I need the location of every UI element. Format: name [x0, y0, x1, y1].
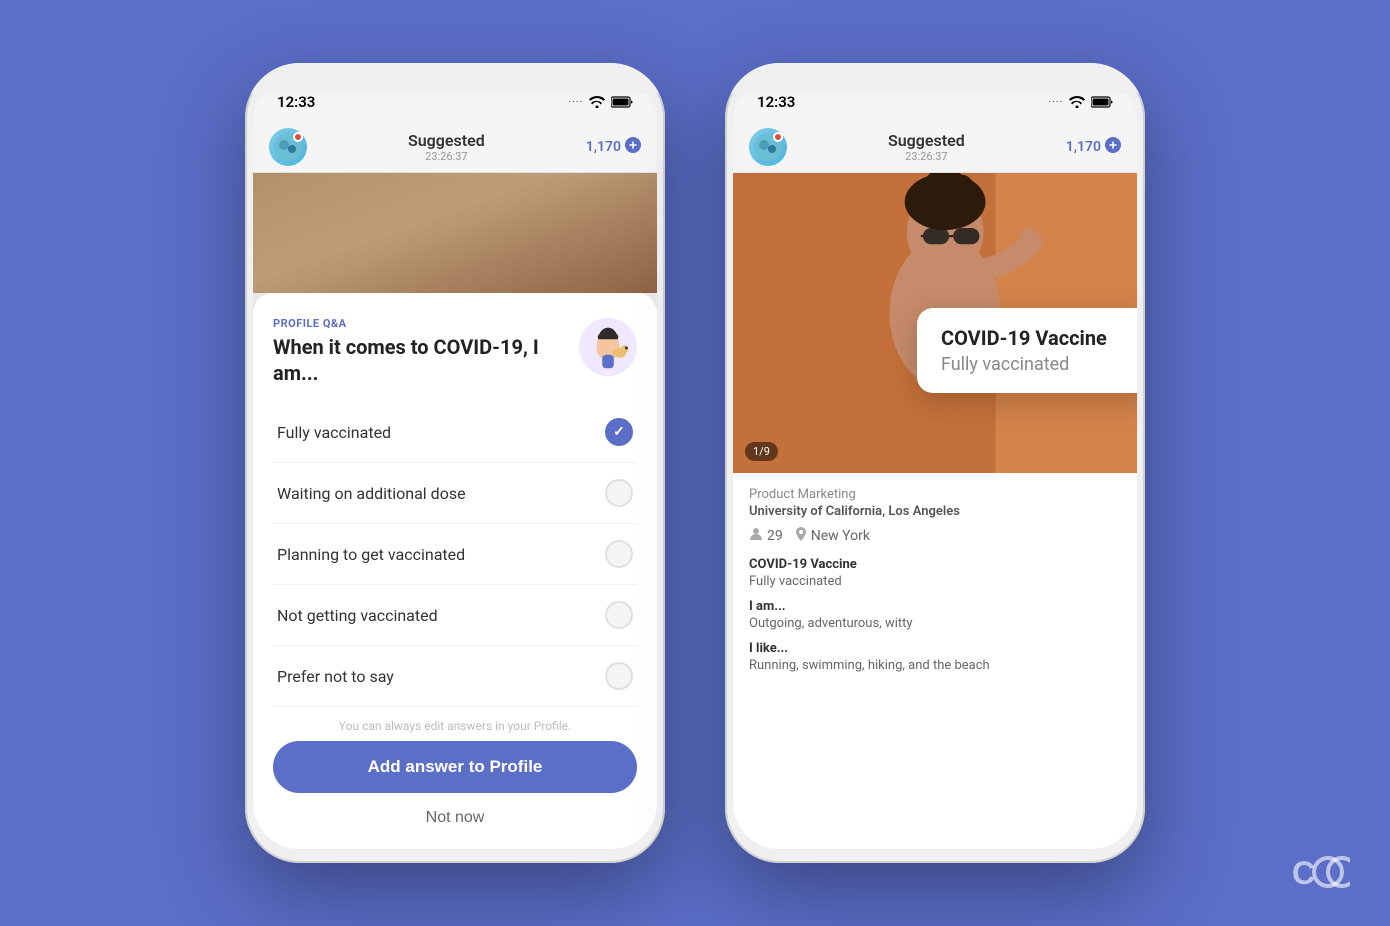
answer-check-0: [605, 418, 633, 446]
answer-check-4: [605, 662, 633, 690]
location-icon: [795, 527, 807, 545]
ilike-section: I like... Running, swimming, hiking, and…: [749, 641, 1121, 673]
age-value: 29: [767, 528, 783, 544]
status-icons-2: ····: [1049, 93, 1113, 112]
modal-header-text: PROFILE Q&A When it comes to COVID-19, I…: [273, 317, 579, 386]
answer-check-2: [605, 540, 633, 568]
tooltip-value: Fully vaccinated: [941, 354, 1133, 375]
time-display-1: 12:33: [277, 93, 315, 111]
answer-text-1: Waiting on additional dose: [277, 484, 466, 503]
profile-meta: 29 New York: [749, 527, 1121, 545]
header-subtitle-1: 23:26:37: [307, 150, 586, 163]
profile-qa-label: PROFILE Q&A: [273, 317, 579, 330]
phone-1: 12:33 ····: [245, 63, 665, 863]
ilike-label: I like...: [749, 641, 1121, 656]
header-subtitle-2: 23:26:37: [787, 150, 1066, 163]
modal-header: PROFILE Q&A When it comes to COVID-19, I…: [273, 317, 637, 386]
phone-2-screen: 12:33 ····: [733, 77, 1137, 849]
vaccine-tooltip: COVID-19 Vaccine Fully vaccinated: [917, 308, 1137, 393]
header-center-2: Suggested 23:26:37: [787, 131, 1066, 163]
time-display-2: 12:33: [757, 93, 795, 111]
brand-logo: C: [1290, 852, 1350, 896]
status-bar-2: 12:33 ····: [733, 77, 1137, 121]
status-icons-1: ····: [569, 93, 633, 112]
app-header-2: Suggested 23:26:37 1,170: [733, 121, 1137, 173]
battery-icon-1: [611, 93, 633, 112]
phone-2: 12:33 ····: [725, 63, 1145, 863]
answer-text-3: Not getting vaccinated: [277, 606, 438, 625]
tooltip-title: COVID-19 Vaccine: [941, 326, 1133, 350]
photo-counter: 1/9: [745, 442, 778, 461]
modal-question: When it comes to COVID-19, I am...: [273, 334, 579, 386]
app-logo-2: [749, 128, 787, 166]
person-icon: [749, 527, 763, 545]
answer-option-1[interactable]: Waiting on additional dose: [273, 463, 637, 524]
answer-text-0: Fully vaccinated: [277, 423, 391, 442]
badge-count-2: 1,170: [1066, 139, 1101, 155]
header-center-1: Suggested 23:26:37: [307, 131, 586, 163]
answer-option-4[interactable]: Prefer not to say: [273, 646, 637, 707]
profile-school: University of California, Los Angeles: [749, 504, 1121, 519]
add-profile-button[interactable]: Add answer to Profile: [273, 741, 637, 793]
battery-icon-2: [1091, 93, 1113, 112]
answer-check-3: [605, 601, 633, 629]
iam-value: Outgoing, adventurous, witty: [749, 616, 1121, 631]
answer-option-3[interactable]: Not getting vaccinated: [273, 585, 637, 646]
not-now-button[interactable]: Not now: [273, 801, 637, 835]
answer-option-0[interactable]: Fully vaccinated: [273, 402, 637, 463]
modal-card: PROFILE Q&A When it comes to COVID-19, I…: [253, 293, 657, 849]
answer-text-2: Planning to get vaccinated: [277, 545, 465, 564]
notification-dot-2: [773, 132, 783, 142]
profile-job: Product Marketing: [749, 487, 1121, 502]
profile-location: New York: [795, 527, 870, 545]
ilike-value: Running, swimming, hiking, and the beach: [749, 658, 1121, 673]
header-title-2: Suggested: [787, 131, 1066, 150]
header-badge-2: 1,170: [1066, 137, 1121, 157]
phones-container: 12:33 ····: [245, 63, 1145, 863]
answer-options: Fully vaccinated Waiting on additional do…: [273, 402, 637, 707]
badge-icon-2: [1105, 137, 1121, 157]
vaccine-section: COVID-19 Vaccine Fully vaccinated: [749, 557, 1121, 589]
edit-note: You can always edit answers in your Prof…: [273, 707, 637, 741]
badge-count-1: 1,170: [586, 139, 621, 155]
iam-section: I am... Outgoing, adventurous, witty: [749, 599, 1121, 631]
app-logo-1: [269, 128, 307, 166]
profile-age: 29: [749, 527, 783, 545]
status-bar-1: 12:33 ····: [253, 77, 657, 121]
phone-1-screen: 12:33 ····: [253, 77, 657, 849]
vaccine-label: COVID-19 Vaccine: [749, 557, 1121, 572]
iam-label: I am...: [749, 599, 1121, 614]
profile-photo: 1/9 COVID-19 Vaccine Fully vaccinated: [733, 173, 1137, 473]
wifi-icon-1: [589, 93, 605, 112]
app-header-1: Suggested 23:26:37 1,170: [253, 121, 657, 173]
header-title-1: Suggested: [307, 131, 586, 150]
profile-info: Product Marketing University of Californ…: [733, 473, 1137, 849]
signal-dots-icon-1: ····: [569, 97, 583, 108]
wifi-icon-2: [1069, 93, 1085, 112]
modal-illustration: [579, 317, 637, 377]
location-value: New York: [811, 528, 870, 544]
header-badge-1: 1,170: [586, 137, 641, 157]
vaccine-value: Fully vaccinated: [749, 574, 1121, 589]
signal-dots-icon-2: ····: [1049, 97, 1063, 108]
svg-text:C: C: [1292, 855, 1315, 891]
answer-option-2[interactable]: Planning to get vaccinated: [273, 524, 637, 585]
notification-dot-1: [293, 132, 303, 142]
badge-icon-1: [625, 137, 641, 157]
answer-check-1: [605, 479, 633, 507]
background-image-1: [253, 173, 657, 293]
answer-text-4: Prefer not to say: [277, 667, 394, 686]
